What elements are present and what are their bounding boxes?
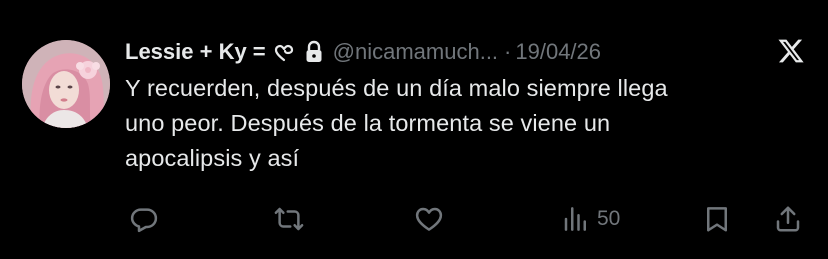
separator-dot: · (504, 39, 512, 64)
share-button[interactable] (773, 204, 803, 234)
lock-icon (304, 40, 324, 64)
user-handle[interactable]: @nicamamuch... (333, 39, 498, 65)
views-button[interactable]: 50 (561, 204, 620, 234)
share-icon (776, 206, 800, 232)
like-button[interactable] (414, 204, 444, 234)
display-name[interactable]: Lessie + Ky = (125, 39, 266, 65)
bookmark-button[interactable] (702, 204, 732, 234)
action-bar: 50 (0, 200, 828, 240)
tweet-header: Lessie + Ky = @nicamamuch... · 19/04/26 (125, 36, 815, 68)
tweet-text-line: Y recuerden, después de un día malo siem… (125, 75, 668, 101)
avatar[interactable] (22, 40, 110, 128)
tweet-text-line: apocalipsis y así (125, 145, 300, 171)
retweet-button[interactable] (273, 204, 305, 234)
views-count: 50 (597, 207, 621, 230)
loop-heart-icon (272, 40, 296, 64)
tweet-date[interactable]: 19/04/26 (515, 39, 601, 65)
bookmark-icon (707, 207, 727, 232)
tweet-text: Y recuerden, después de un día malo siem… (125, 71, 805, 176)
x-logo-icon (777, 37, 805, 65)
reply-button[interactable] (129, 204, 159, 234)
views-bar-icon (564, 207, 586, 231)
tweet-text-line: uno peor. Después de la tormenta se vien… (125, 110, 611, 136)
heart-icon (415, 207, 443, 231)
retweet-icon (274, 207, 304, 231)
reply-icon (130, 208, 158, 233)
tweet-card[interactable]: Lessie + Ky = @nicamamuch... · 19/04/26 … (0, 0, 828, 259)
